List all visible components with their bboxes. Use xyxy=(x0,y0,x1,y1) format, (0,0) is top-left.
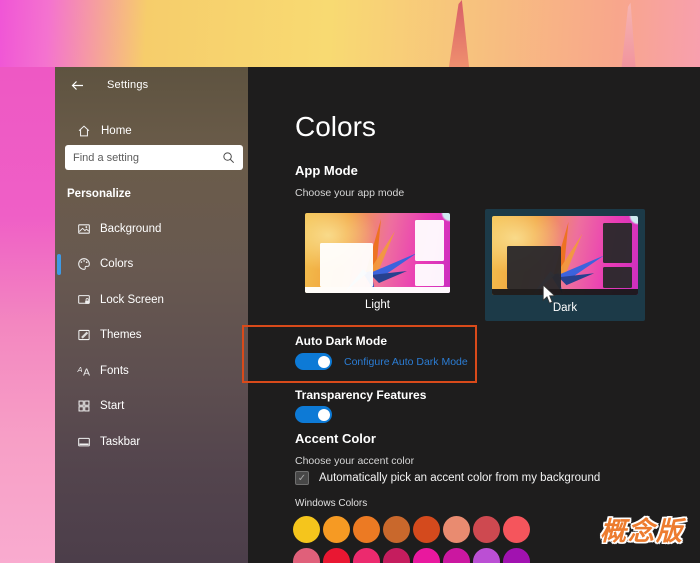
preview-window xyxy=(415,264,444,286)
titlebar: Settings xyxy=(55,67,248,103)
sidebar-item-colors[interactable]: Colors xyxy=(55,247,248,283)
color-swatch[interactable] xyxy=(473,548,500,563)
screen: Settings Home Find a setting Personalize xyxy=(0,0,700,563)
color-swatch[interactable] xyxy=(323,548,350,563)
accent-color-caption: Choose your accent color xyxy=(295,455,414,467)
search-input[interactable]: Find a setting xyxy=(65,145,243,170)
svg-text:A: A xyxy=(77,365,82,374)
main-pane: Colors App Mode Choose your app mode xyxy=(248,67,700,563)
sidebar: Settings Home Find a setting Personalize xyxy=(55,67,248,563)
sidebar-item-label: Lock Screen xyxy=(100,294,164,306)
sidebar-item-fonts[interactable]: AA Fonts xyxy=(55,353,248,389)
auto-accent-checkbox-label: Automatically pick an accent color from … xyxy=(319,472,600,484)
auto-dark-mode-toggle[interactable] xyxy=(295,353,332,370)
app-mode-option-light[interactable]: Light xyxy=(305,213,450,293)
back-icon[interactable] xyxy=(67,75,87,95)
transparency-heading: Transparency Features xyxy=(295,388,426,402)
sidebar-item-label: Start xyxy=(100,400,124,412)
theme-icon xyxy=(77,328,91,342)
dark-mode-label: Dark xyxy=(485,302,645,314)
color-swatch[interactable] xyxy=(383,516,410,543)
preview-taskbar xyxy=(305,287,450,293)
search-icon xyxy=(222,151,235,164)
light-mode-preview xyxy=(305,213,450,293)
preview-window xyxy=(603,223,632,263)
color-swatch[interactable] xyxy=(413,548,440,563)
transparency-toggle[interactable] xyxy=(295,406,332,423)
preview-window xyxy=(603,267,632,288)
color-swatch-row-2 xyxy=(293,548,530,563)
sidebar-item-label: Background xyxy=(100,223,161,235)
start-grid-icon xyxy=(77,399,91,413)
sidebar-item-themes[interactable]: Themes xyxy=(55,318,248,354)
auto-dark-mode-heading: Auto Dark Mode xyxy=(295,334,387,348)
settings-window: Settings Home Find a setting Personalize xyxy=(55,67,700,563)
toggle-knob xyxy=(318,409,330,421)
sidebar-section-header: Personalize xyxy=(67,188,131,200)
sidebar-item-label: Fonts xyxy=(100,365,129,377)
sidebar-item-label: Taskbar xyxy=(100,436,140,448)
sidebar-nav: Background Colors Lock Screen xyxy=(55,211,248,460)
sidebar-item-label: Home xyxy=(101,125,132,137)
sidebar-item-label: Themes xyxy=(100,329,142,341)
taskbar-icon xyxy=(77,435,91,449)
accent-color-heading: Accent Color xyxy=(295,431,376,446)
color-swatch[interactable] xyxy=(293,548,320,563)
desktop-wallpaper-left xyxy=(0,67,55,563)
color-swatch-row-1 xyxy=(293,516,530,543)
color-swatch[interactable] xyxy=(443,548,470,563)
color-swatch[interactable] xyxy=(503,516,530,543)
app-mode-option-dark[interactable]: Dark xyxy=(485,209,645,321)
color-swatch[interactable] xyxy=(353,516,380,543)
page-title: Colors xyxy=(295,111,376,143)
lock-screen-icon xyxy=(77,293,91,307)
preview-window xyxy=(415,220,444,261)
sidebar-item-taskbar[interactable]: Taskbar xyxy=(55,424,248,460)
color-swatch[interactable] xyxy=(503,548,530,563)
app-mode-caption: Choose your app mode xyxy=(295,187,404,199)
window-title: Settings xyxy=(107,79,148,91)
mouse-cursor xyxy=(542,284,557,305)
color-swatch[interactable] xyxy=(323,516,350,543)
sidebar-item-background[interactable]: Background xyxy=(55,211,248,247)
sidebar-item-lock-screen[interactable]: Lock Screen xyxy=(55,282,248,318)
search-placeholder: Find a setting xyxy=(73,152,139,164)
color-swatch[interactable] xyxy=(473,516,500,543)
toggle-knob xyxy=(318,356,330,368)
palette-icon xyxy=(77,257,91,271)
preview-taskbar xyxy=(492,289,638,295)
app-mode-heading: App Mode xyxy=(295,163,358,178)
sidebar-item-label: Colors xyxy=(100,258,133,270)
sidebar-item-home[interactable]: Home xyxy=(77,121,132,141)
light-mode-label: Light xyxy=(305,299,450,311)
configure-auto-dark-mode-link[interactable]: Configure Auto Dark Mode xyxy=(344,356,468,368)
auto-accent-checkbox[interactable]: ✓ xyxy=(295,471,309,485)
fonts-icon: AA xyxy=(77,364,91,378)
color-swatch[interactable] xyxy=(383,548,410,563)
sidebar-item-start[interactable]: Start xyxy=(55,389,248,425)
dark-mode-preview xyxy=(492,216,638,295)
color-swatch[interactable] xyxy=(293,516,320,543)
auto-accent-checkbox-row: ✓ Automatically pick an accent color fro… xyxy=(295,471,600,485)
color-swatch[interactable] xyxy=(353,548,380,563)
image-icon xyxy=(77,222,91,236)
preview-window xyxy=(507,246,561,289)
home-icon xyxy=(77,124,91,138)
svg-text:A: A xyxy=(83,367,90,377)
color-swatch[interactable] xyxy=(413,516,440,543)
color-swatch[interactable] xyxy=(443,516,470,543)
concept-version-watermark: 概念版 xyxy=(600,511,684,548)
windows-colors-label: Windows Colors xyxy=(295,498,367,509)
preview-window xyxy=(320,243,374,286)
desktop-wallpaper-top xyxy=(0,0,700,67)
